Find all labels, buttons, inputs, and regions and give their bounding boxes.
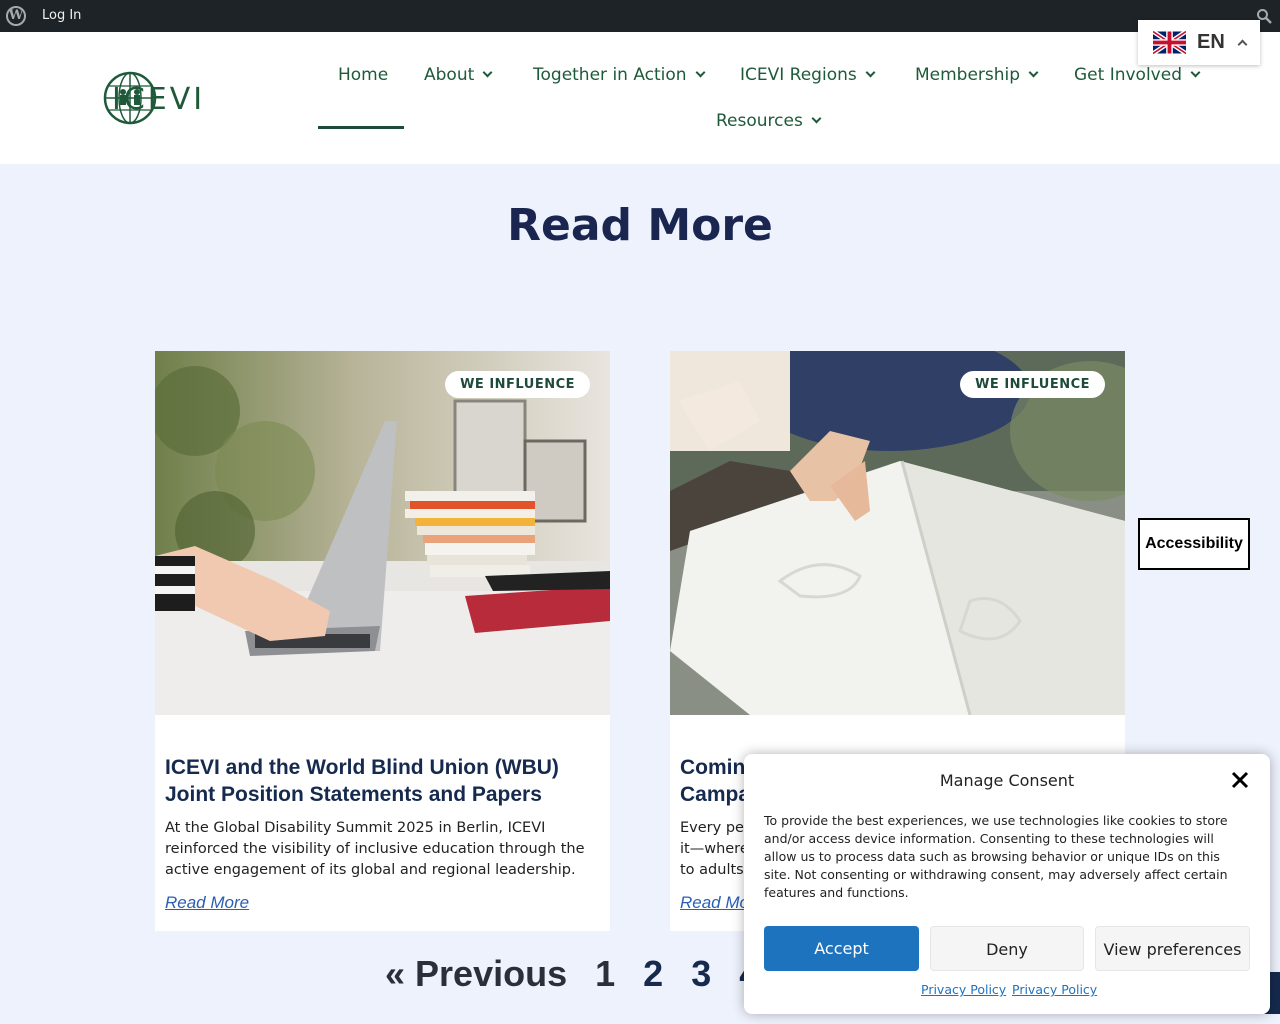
close-icon[interactable] xyxy=(1230,770,1250,790)
nav-icevi-regions[interactable]: ICEVI Regions xyxy=(740,65,876,85)
consent-text: To provide the best experiences, we use … xyxy=(764,813,1228,900)
excerpt-line-1: Every per xyxy=(680,820,750,836)
post-title-link[interactable]: ICEVI and the World Blind Union (WBU) Jo… xyxy=(165,754,595,808)
privacy-policy-link[interactable]: Privacy Policy xyxy=(921,982,1006,997)
nav-get-involved-label: Get Involved xyxy=(1074,65,1182,85)
deny-button[interactable]: Deny xyxy=(930,926,1084,971)
chevron-down-icon xyxy=(1190,67,1201,78)
language-switcher[interactable]: EN xyxy=(1138,20,1260,65)
wordpress-logo-icon[interactable]: W xyxy=(6,6,26,26)
post-excerpt: At the Global Disability Summit 2025 in … xyxy=(165,820,585,878)
nav-together-in-action[interactable]: Together in Action xyxy=(533,65,706,85)
nav-resources[interactable]: Resources xyxy=(716,111,822,131)
site-header: ICEVI Home About Together in Action ICEV… xyxy=(0,32,1280,164)
chevron-down-icon xyxy=(482,67,493,78)
language-code: EN xyxy=(1197,31,1225,53)
uk-flag-icon xyxy=(1153,29,1186,56)
post-image-laptop[interactable] xyxy=(155,351,610,715)
post-title-line-1: Comin xyxy=(680,756,746,779)
post-image-braille-book[interactable] xyxy=(670,351,1125,715)
category-badge[interactable]: WE INFLUENCE xyxy=(445,371,590,398)
cookie-consent-dialog: Manage Consent To provide the best exper… xyxy=(744,754,1270,1014)
chevron-up-icon xyxy=(1237,39,1248,50)
consent-title: Manage Consent xyxy=(939,771,1075,790)
nav-about-label: About xyxy=(424,65,475,85)
page-2-link[interactable]: 2 xyxy=(643,953,663,994)
excerpt-line-3: to adults xyxy=(680,862,744,878)
nav-together-label: Together in Action xyxy=(533,65,687,85)
chevron-down-icon xyxy=(811,113,822,124)
nav-regions-label: ICEVI Regions xyxy=(740,65,857,85)
nav-get-involved[interactable]: Get Involved xyxy=(1074,65,1201,85)
nav-home[interactable]: Home xyxy=(338,65,388,85)
page-1-current: 1 xyxy=(595,953,616,994)
login-link[interactable]: Log In xyxy=(42,8,81,23)
read-more-link[interactable]: Read More xyxy=(165,893,249,913)
nav-membership-label: Membership xyxy=(915,65,1021,85)
accept-button[interactable]: Accept xyxy=(764,926,919,971)
post-card: WE INFLUENCE ICEVI and the World Blind U… xyxy=(155,351,610,931)
chevron-down-icon xyxy=(865,67,876,78)
excerpt-line-2: it—where xyxy=(680,841,749,857)
nav-active-indicator xyxy=(318,126,404,129)
nav-membership[interactable]: Membership xyxy=(915,65,1039,85)
category-badge[interactable]: WE INFLUENCE xyxy=(960,371,1105,398)
page-3-link[interactable]: 3 xyxy=(691,953,711,994)
chevron-down-icon xyxy=(695,67,706,78)
accessibility-button[interactable]: Accessibility xyxy=(1138,518,1250,570)
pagination: « Previous 1 2 3 4 xyxy=(385,953,777,995)
post-title-line-2: Campa xyxy=(680,783,751,806)
nav-about[interactable]: About xyxy=(424,65,493,85)
privacy-policy-link[interactable]: Privacy Policy xyxy=(1012,982,1097,997)
previous-page-link[interactable]: « Previous xyxy=(385,953,567,994)
nav-resources-label: Resources xyxy=(716,111,803,131)
chevron-down-icon xyxy=(1028,67,1039,78)
page-title: Read More xyxy=(507,200,773,251)
admin-bar: W Log In xyxy=(0,0,1280,32)
read-more-link[interactable]: Read Mo xyxy=(680,893,749,913)
view-preferences-button[interactable]: View preferences xyxy=(1095,926,1250,971)
logo-wordmark[interactable]: ICEVI xyxy=(112,82,205,117)
